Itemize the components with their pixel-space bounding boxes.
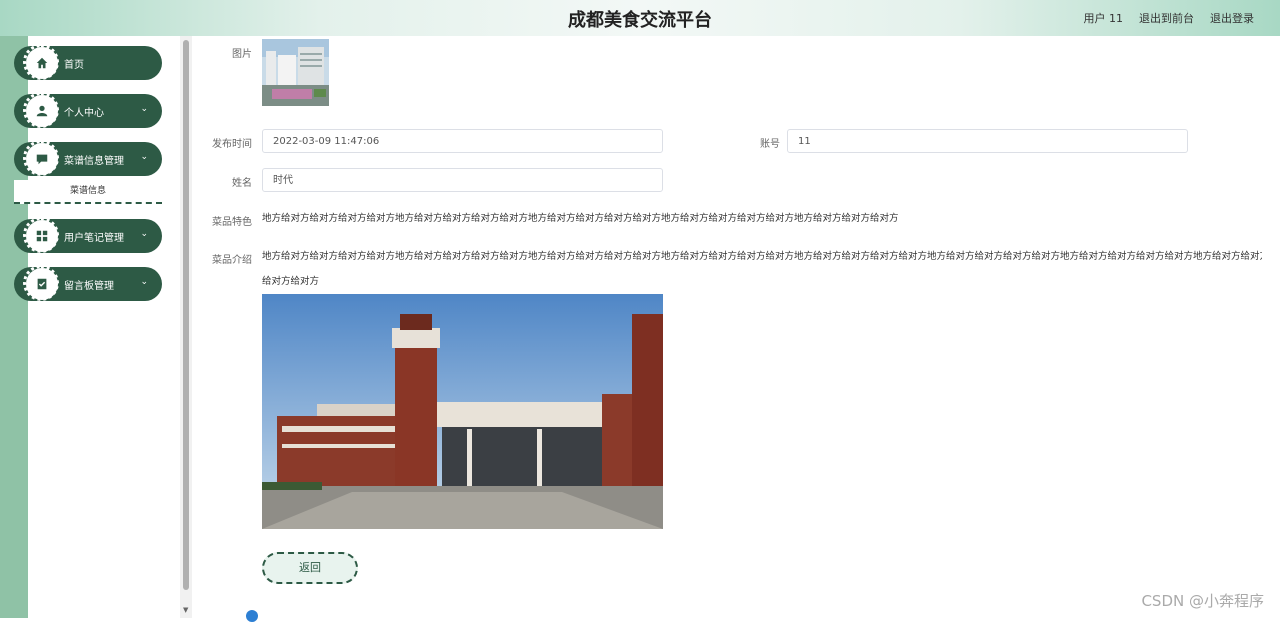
logout-link[interactable]: 退出登录 [1210, 10, 1254, 26]
sidebar-subitem-recipe-info[interactable]: 菜谱信息 [14, 180, 162, 204]
sidebar-item-label: 留言板管理 [64, 281, 114, 292]
top-header: 成都美食交流平台 用户 11 退出到前台 退出登录 [0, 0, 1280, 36]
detail-form: 图片 发布时间 2022-03-09 11:47:06 账号 11 姓名 时代 … [192, 36, 1272, 618]
exit-to-frontend-link[interactable]: 退出到前台 [1139, 10, 1194, 26]
name-field[interactable]: 时代 [262, 168, 663, 192]
chevron-down-icon: ⌄ [140, 277, 148, 287]
grid-icon [23, 217, 59, 253]
sidebar-item-label: 用户笔记管理 [64, 233, 124, 244]
intro-text-line2: 给对方给对方 [262, 276, 320, 287]
recipe-main-image [262, 294, 663, 529]
chat-icon [23, 140, 59, 176]
chevron-down-icon: ⌄ [140, 229, 148, 239]
top-links: 用户 11 退出到前台 退出登录 [1084, 10, 1255, 26]
publish-time-field[interactable]: 2022-03-09 11:47:06 [262, 129, 663, 153]
sidebar-item-user-notes[interactable]: 用户笔记管理 ⌄ [14, 217, 162, 253]
sidebar-item-label: 首页 [64, 60, 84, 71]
sidebar-item-label: 菜谱信息管理 [64, 156, 124, 167]
account-field[interactable]: 11 [787, 129, 1188, 153]
sidebar-item-message-board[interactable]: 留言板管理 ⌄ [14, 265, 162, 301]
back-button[interactable]: 返回 [262, 552, 358, 584]
sidebar-item-home[interactable]: 首页 [14, 44, 162, 80]
person-icon [23, 92, 59, 128]
sidebar-item-recipe-management[interactable]: 菜谱信息管理 ⌄ [14, 140, 162, 176]
sidebar-item-personal-center[interactable]: 个人中心 ⌄ [14, 92, 162, 128]
clipboard-icon [23, 265, 59, 301]
image-label: 图片 [232, 49, 252, 60]
sidebar-scroll-thumb[interactable] [183, 40, 189, 590]
sidebar-item-label: 个人中心 [64, 108, 104, 119]
intro-label: 菜品介绍 [212, 255, 252, 266]
feature-text: 地方给对方给对方给对方给对方地方给对方给对方给对方给对方地方给对方给对方给对方给… [262, 213, 899, 224]
recipe-thumbnail-image [262, 39, 329, 106]
current-user: 用户 11 [1083, 12, 1124, 25]
scroll-down-icon[interactable]: ▼ [183, 606, 188, 614]
watermark: CSDN @小奔程序 [1141, 592, 1264, 610]
name-label: 姓名 [232, 178, 252, 189]
chevron-down-icon: ⌄ [140, 104, 148, 114]
home-icon [23, 44, 59, 80]
chevron-down-icon: ⌄ [140, 152, 148, 162]
feature-label: 菜品特色 [212, 217, 252, 228]
publish-time-label: 发布时间 [212, 139, 252, 150]
account-label: 账号 [760, 139, 780, 150]
footer-indicator-icon [246, 610, 258, 622]
intro-text-line1: 地方给对方给对方给对方给对方地方给对方给对方给对方给对方地方给对方给对方给对方给… [262, 251, 1262, 262]
